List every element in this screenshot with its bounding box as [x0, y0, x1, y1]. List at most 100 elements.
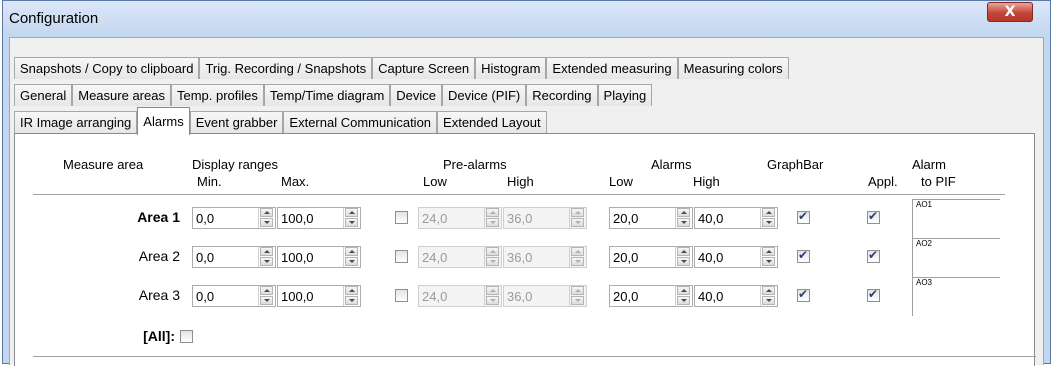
- tab-measuring-colors[interactable]: Measuring colors: [677, 57, 789, 79]
- spin-up-icon: [571, 208, 584, 217]
- configuration-window: Configuration X Snapshots / Copy to clip…: [2, 0, 1051, 366]
- area-3-pre-high-field-value: 36,0: [507, 289, 533, 304]
- area-3-max-field-spin-buttons: [343, 286, 360, 306]
- header-pre-low: Low: [423, 174, 447, 189]
- tab-recording[interactable]: Recording: [526, 84, 598, 106]
- spin-up-icon[interactable]: [345, 208, 358, 217]
- spin-up-icon[interactable]: [345, 247, 358, 256]
- area-3-alarm-low-field[interactable]: 20,0: [609, 285, 693, 307]
- area-2-max-field[interactable]: 100,0: [277, 246, 361, 268]
- area-2-pre-high-field-value: 36,0: [507, 250, 533, 265]
- area-2-pre-alarm-checkbox[interactable]: [395, 250, 408, 263]
- tab-extended-measuring[interactable]: Extended measuring: [546, 57, 678, 79]
- area-3-pre-low-field-value: 24,0: [422, 289, 448, 304]
- spin-up-icon[interactable]: [260, 208, 273, 217]
- tab-external-communication[interactable]: External Communication: [283, 111, 438, 133]
- spin-up-icon[interactable]: [677, 208, 690, 217]
- area-1-appl-checkbox[interactable]: [867, 209, 880, 224]
- window-title: Configuration: [9, 10, 99, 27]
- spin-down-icon[interactable]: [260, 296, 273, 305]
- area-1-graphbar-checkbox[interactable]: [797, 209, 810, 224]
- spin-up-icon[interactable]: [345, 286, 358, 295]
- close-button[interactable]: X: [987, 2, 1033, 22]
- area-2-min-field[interactable]: 0,0: [192, 246, 276, 268]
- spin-down-icon: [486, 257, 499, 266]
- area-1-pre-alarm-checkbox[interactable]: [395, 211, 408, 224]
- alarms-panel: Measure area Display ranges Min. Max. Pr…: [14, 133, 1036, 366]
- tab-temp-time-diagram[interactable]: Temp/Time diagram: [263, 84, 391, 106]
- spin-down-icon[interactable]: [677, 218, 690, 227]
- spin-up-icon: [486, 247, 499, 256]
- tab-device[interactable]: Device: [390, 84, 443, 106]
- tab-alarms[interactable]: Alarms: [137, 107, 190, 135]
- area-3-alarm-low-field-spin-buttons: [675, 286, 692, 306]
- area-3-max-field[interactable]: 100,0: [277, 285, 361, 307]
- tab-histogram[interactable]: Histogram: [475, 57, 547, 79]
- area-2-max-field-spin-buttons: [343, 247, 360, 267]
- area-1-alarm-high-field[interactable]: 40,0: [694, 207, 778, 229]
- area-1-min-field-value: 0,0: [196, 211, 215, 226]
- spin-down-icon: [571, 296, 584, 305]
- area-1-max-field-value: 100,0: [281, 211, 314, 226]
- area-2-alarm-high-field[interactable]: 40,0: [694, 246, 778, 268]
- area-2-pif-field[interactable]: AO2: [912, 238, 1000, 277]
- spin-down-icon[interactable]: [345, 257, 358, 266]
- area-3-pre-alarm-checkbox[interactable]: [395, 289, 408, 302]
- spin-down-icon[interactable]: [762, 296, 775, 305]
- area-1-max-field[interactable]: 100,0: [277, 207, 361, 229]
- spin-up-icon[interactable]: [677, 286, 690, 295]
- area-3-alarm-high-field[interactable]: 40,0: [694, 285, 778, 307]
- tab-snapshots-copy-to-clipboard[interactable]: Snapshots / Copy to clipboard: [14, 57, 200, 79]
- spin-down-icon[interactable]: [762, 218, 775, 227]
- area-2-pre-high-field: 36,0: [503, 246, 587, 268]
- area-1-pre-low-field: 24,0: [418, 207, 502, 229]
- tab-device-pif[interactable]: Device (PIF): [442, 84, 527, 106]
- all-checkbox[interactable]: [180, 330, 193, 343]
- tab-ir-image-arranging[interactable]: IR Image arranging: [14, 111, 138, 133]
- area-2-graphbar-checkbox[interactable]: [797, 248, 810, 263]
- spin-up-icon: [486, 208, 499, 217]
- area-2-min-field-value: 0,0: [196, 250, 215, 265]
- spin-down-icon[interactable]: [260, 257, 273, 266]
- tab-measure-areas[interactable]: Measure areas: [72, 84, 171, 106]
- tab-general[interactable]: General: [14, 84, 73, 106]
- area-1-min-field[interactable]: 0,0: [192, 207, 276, 229]
- spin-down-icon[interactable]: [345, 296, 358, 305]
- area-3-appl-checkbox[interactable]: [867, 287, 880, 302]
- area-3-graphbar-checkbox[interactable]: [797, 287, 810, 302]
- area-3-pif-field[interactable]: AO3: [912, 277, 1000, 316]
- spin-down-icon[interactable]: [677, 257, 690, 266]
- spin-down-icon[interactable]: [762, 257, 775, 266]
- area-1-pif-field[interactable]: AO1: [912, 199, 1000, 238]
- header-divider: [33, 194, 1005, 195]
- area-3-pre-high-field-spin-buttons: [569, 286, 586, 306]
- title-bar[interactable]: Configuration X: [3, 1, 1050, 37]
- spin-down-icon[interactable]: [345, 218, 358, 227]
- spin-up-icon[interactable]: [260, 286, 273, 295]
- header-measure-area: Measure area: [63, 157, 144, 172]
- tab-trig-recording-snapshots[interactable]: Trig. Recording / Snapshots: [199, 57, 373, 79]
- spin-down-icon[interactable]: [677, 296, 690, 305]
- spin-down-icon: [486, 296, 499, 305]
- tab-playing[interactable]: Playing: [597, 84, 653, 106]
- area-3-pre-low-field: 24,0: [418, 285, 502, 307]
- spin-up-icon[interactable]: [762, 247, 775, 256]
- tab-capture-screen[interactable]: Capture Screen: [372, 57, 476, 79]
- area-3-label: Area 3: [138, 287, 180, 303]
- header-graphbar: GraphBar: [767, 157, 824, 172]
- tab-temp-profiles[interactable]: Temp. profiles: [170, 84, 264, 106]
- area-2-alarm-low-field[interactable]: 20,0: [609, 246, 693, 268]
- area-2-appl-checkbox[interactable]: [867, 248, 880, 263]
- tab-event-grabber[interactable]: Event grabber: [189, 111, 284, 133]
- spin-down-icon[interactable]: [260, 218, 273, 227]
- spin-up-icon[interactable]: [762, 208, 775, 217]
- spin-up-icon[interactable]: [762, 286, 775, 295]
- area-1-alarm-low-field[interactable]: 20,0: [609, 207, 693, 229]
- spin-up-icon: [571, 247, 584, 256]
- spin-up-icon[interactable]: [260, 247, 273, 256]
- tab-row-3: IR Image arranging Alarms Event grabber Ext…: [14, 107, 547, 135]
- tab-extended-layout[interactable]: Extended Layout: [437, 111, 547, 133]
- spin-up-icon[interactable]: [677, 247, 690, 256]
- area-3-min-field-value: 0,0: [196, 289, 215, 304]
- area-3-min-field[interactable]: 0,0: [192, 285, 276, 307]
